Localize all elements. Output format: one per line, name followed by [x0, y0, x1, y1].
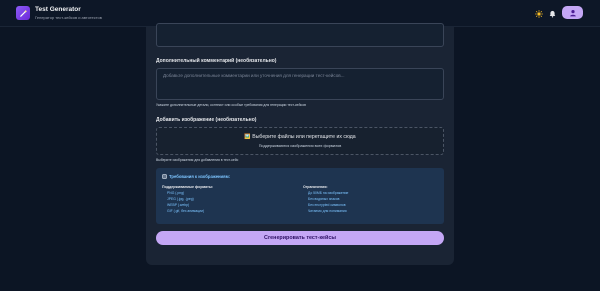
comment-label: Дополнительный комментарий (необязательн… — [156, 58, 277, 64]
requirements-title-text: Требования к изображениям: — [169, 174, 231, 179]
description-textarea[interactable] — [156, 23, 444, 47]
comment-textarea[interactable]: Добавьте дополнительные комментарии или … — [156, 68, 444, 100]
profile-button[interactable] — [562, 6, 583, 19]
format-item: GIF (.gif, без анимации) — [167, 209, 205, 213]
limits-heading: Ограничения: — [303, 185, 328, 189]
info-icon — [162, 174, 167, 179]
image-dropzone[interactable]: 🖼️ Выберите файлы или перетащите их сюда… — [156, 127, 444, 155]
requirements-box: Требования к изображениям: Поддерживаемы… — [156, 168, 444, 224]
comment-placeholder: Добавьте дополнительные комментарии или … — [163, 73, 345, 78]
comment-hint: Укажите дополнительные детали, контекст … — [156, 103, 306, 107]
image-hint: Выберите изображения для добавления в те… — [156, 158, 239, 162]
app-subtitle: Генератор тест-кейсов и автотестов — [35, 15, 102, 20]
wand-icon[interactable] — [16, 6, 30, 20]
format-item: JPEG (.jpg, .jpeg) — [167, 197, 194, 201]
format-item: PNG (.png) — [167, 191, 185, 195]
formats-heading: Поддерживаемые форматы: — [162, 185, 214, 189]
limit-item: Без водяных знаков — [308, 197, 340, 201]
limit-item: Без encrypted символов — [308, 203, 346, 207]
requirements-title: Требования к изображениям: — [162, 174, 230, 179]
form-card: Дополнительный комментарий (необязательн… — [146, 23, 454, 265]
limit-item: Читаемо для понимания — [308, 209, 347, 213]
dropzone-subtext: Поддерживаются изображения всех форматов — [258, 144, 342, 148]
limit-item: До 50МБ на изображение — [308, 191, 349, 195]
dropzone-text: 🖼️ Выберите файлы или перетащите их сюда — [244, 134, 356, 140]
generate-button[interactable]: Сгенерировать тест-кейсы — [156, 231, 444, 245]
user-icon — [569, 9, 576, 16]
bell-icon[interactable] — [548, 9, 557, 18]
sun-icon[interactable] — [534, 9, 543, 18]
image-label: Добавить изображение (необязательно) — [156, 117, 257, 123]
format-item: WEBP (.webp) — [167, 203, 190, 207]
app-title: Test Generator — [35, 6, 81, 13]
